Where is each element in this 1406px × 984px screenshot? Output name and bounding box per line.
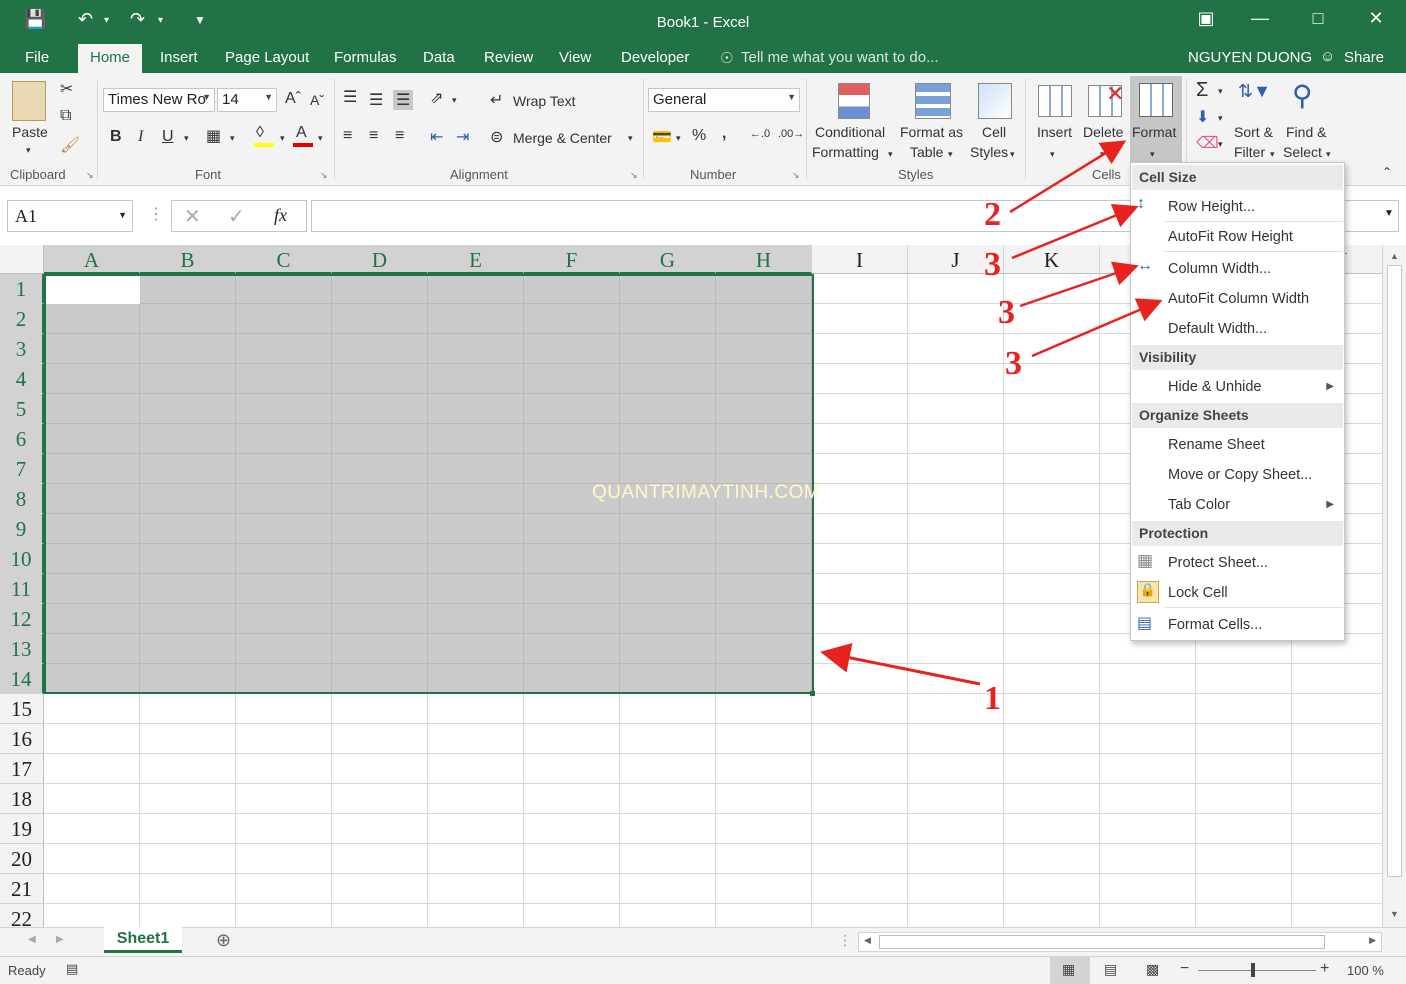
annotation-3: 3	[998, 294, 1015, 331]
annotation-arrows	[820, 140, 1163, 686]
arrow-to-column-width	[1019, 261, 1139, 308]
annotation-2: 2	[984, 196, 1001, 233]
annotation-1: 1	[984, 680, 1001, 717]
annotation-3: 3	[984, 246, 1001, 283]
arrow-to-selection	[820, 643, 981, 686]
annotation-3: 3	[1005, 345, 1022, 382]
arrow-to-autofit-column	[1031, 298, 1163, 358]
arrow-to-format	[1009, 140, 1127, 214]
arrow-to-row-height	[1011, 204, 1139, 260]
